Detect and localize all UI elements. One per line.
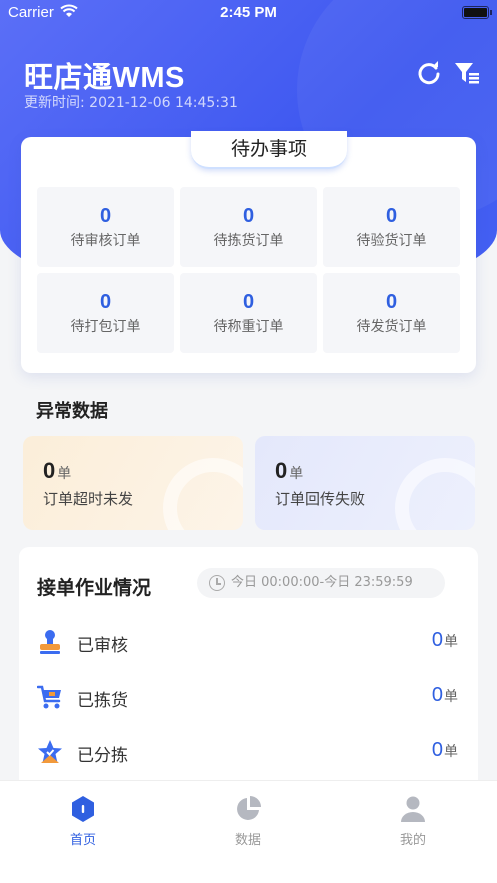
work-row-sorted[interactable]: 已分拣 0单 — [19, 733, 478, 773]
work-row-label: 已拣货 — [77, 691, 128, 711]
cart-icon — [37, 685, 61, 709]
tab-mine[interactable]: 我的 — [353, 795, 473, 848]
star-sort-icon — [38, 740, 62, 763]
update-time: 更新时间: 2021-12-06 14:45:31 — [24, 92, 238, 112]
tab-data[interactable]: 数据 — [188, 795, 308, 848]
todo-label: 待发货订单 — [356, 319, 427, 335]
refresh-icon[interactable] — [416, 60, 442, 86]
decoration-ring — [163, 458, 243, 530]
status-bar: Carrier 2:45 PM — [0, 0, 497, 26]
work-count-value: 0 — [431, 739, 443, 761]
todo-count: 0 — [99, 205, 112, 227]
todo-count: 0 — [385, 291, 398, 313]
todo-label: 待打包订单 — [70, 319, 141, 335]
work-row-label: 已分拣 — [77, 746, 128, 766]
abnormal-count: 0单 — [43, 458, 71, 484]
work-count-unit: 单 — [444, 688, 458, 704]
clock-icon — [209, 575, 225, 591]
work-row-picked[interactable]: 已拣货 0单 — [19, 678, 478, 718]
todo-card: 待办事项 0 待审核订单 0 待拣货订单 0 待验货订单 0 待打包订单 0 待… — [21, 131, 476, 373]
tab-label: 首页 — [69, 833, 96, 848]
time-range-selector[interactable]: 今日 00:00:00-今日 23:59:59 — [197, 568, 445, 598]
abnormal-section-title: 异常数据 — [36, 401, 108, 422]
abnormal-label: 订单超时未发 — [43, 490, 134, 508]
abnormal-count-value: 0 — [275, 458, 288, 483]
app-title: 旺店通WMS — [24, 62, 185, 94]
work-row-count: 0单 — [432, 629, 458, 652]
todo-label: 待验货订单 — [356, 233, 427, 249]
todo-item-pending-weigh[interactable]: 0 待称重订单 — [180, 273, 317, 353]
abnormal-card-timeout[interactable]: 0单 订单超时未发 — [23, 436, 243, 530]
todo-title: 待办事项 — [191, 131, 347, 169]
decoration-ring — [395, 458, 475, 530]
abnormal-count-value: 0 — [43, 458, 56, 483]
work-row-count: 0单 — [432, 739, 458, 762]
home-icon — [72, 796, 94, 822]
tab-label: 我的 — [399, 833, 426, 848]
pie-chart-icon — [237, 796, 261, 820]
update-time-value: 2021-12-06 14:45:31 — [89, 95, 238, 111]
filter-icon[interactable] — [454, 60, 480, 86]
battery-icon — [462, 6, 489, 19]
todo-label: 待称重订单 — [213, 319, 284, 335]
todo-item-pending-pick[interactable]: 0 待拣货订单 — [180, 187, 317, 267]
todo-count: 0 — [385, 205, 398, 227]
abnormal-count: 0单 — [275, 458, 303, 484]
todo-label: 待审核订单 — [70, 233, 141, 249]
todo-count: 0 — [99, 291, 112, 313]
abnormal-label: 订单回传失败 — [275, 490, 366, 508]
tab-home[interactable]: 首页 — [23, 795, 143, 848]
work-count-value: 0 — [431, 629, 443, 651]
todo-item-pending-ship[interactable]: 0 待发货订单 — [323, 273, 460, 353]
todo-item-pending-pack[interactable]: 0 待打包订单 — [37, 273, 174, 353]
work-row-audited[interactable]: 已审核 0单 — [19, 623, 478, 663]
abnormal-unit: 单 — [289, 465, 304, 481]
work-count-unit: 单 — [444, 633, 458, 649]
audit-stamp-icon — [40, 630, 60, 654]
work-status-card: 接单作业情况 今日 00:00:00-今日 23:59:59 已审核 0单 已拣… — [19, 547, 478, 807]
todo-item-pending-audit[interactable]: 0 待审核订单 — [37, 187, 174, 267]
work-count-value: 0 — [431, 684, 443, 706]
status-time: 2:45 PM — [220, 4, 277, 21]
todo-count: 0 — [242, 205, 255, 227]
update-time-label: 更新时间: — [24, 95, 85, 111]
work-section-title: 接单作业情况 — [37, 577, 152, 599]
user-icon — [401, 796, 425, 822]
work-row-count: 0单 — [432, 684, 458, 707]
abnormal-unit: 单 — [57, 465, 72, 481]
abnormal-card-callback-fail[interactable]: 0单 订单回传失败 — [255, 436, 475, 530]
work-count-unit: 单 — [444, 743, 458, 759]
bottom-tab-bar: 首页 数据 我的 — [0, 780, 497, 883]
todo-item-pending-inspect[interactable]: 0 待验货订单 — [323, 187, 460, 267]
todo-count: 0 — [242, 291, 255, 313]
todo-grid: 0 待审核订单 0 待拣货订单 0 待验货订单 0 待打包订单 0 待称重订单 … — [37, 187, 461, 353]
time-range-text: 今日 00:00:00-今日 23:59:59 — [231, 575, 413, 590]
tab-label: 数据 — [234, 833, 261, 848]
todo-label: 待拣货订单 — [213, 233, 284, 249]
work-row-label: 已审核 — [77, 636, 128, 656]
